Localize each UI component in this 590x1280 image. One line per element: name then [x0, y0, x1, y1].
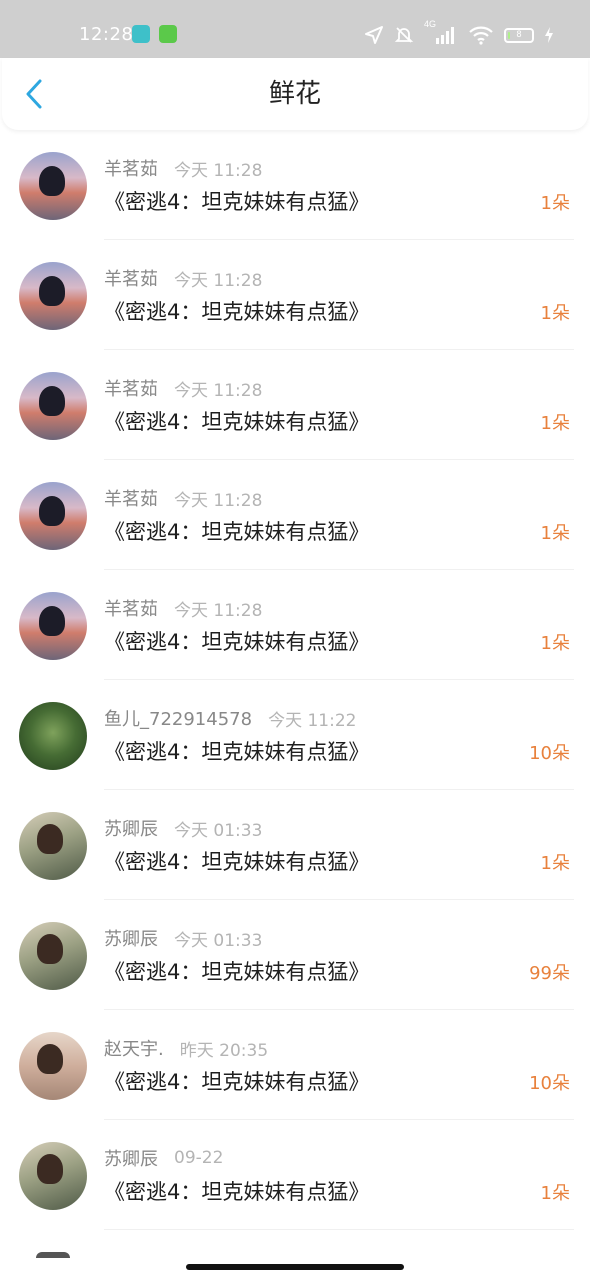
- book-title: 《密逃4：坦克妹妹有点猛》: [104, 850, 370, 874]
- user-name[interactable]: 苏卿辰: [104, 1145, 158, 1171]
- user-name[interactable]: 羊茗茹: [104, 155, 158, 181]
- flower-count: 10朵: [529, 743, 570, 764]
- battery-icon: 8: [504, 27, 534, 43]
- book-title: 《密逃4：坦克妹妹有点猛》: [104, 300, 370, 324]
- flower-count: 1朵: [540, 413, 570, 434]
- user-name[interactable]: 羊茗茹: [104, 595, 158, 621]
- timestamp: 昨天 20:35: [179, 1040, 269, 1061]
- flower-count: 1朵: [540, 853, 570, 874]
- list-item[interactable]: 羊茗茹 今天 11:28 《密逃4：坦克妹妹有点猛》 1朵: [0, 570, 590, 680]
- timestamp: 09-22: [174, 1148, 224, 1168]
- list-item[interactable]: 苏卿辰 今天 01:33 《密逃4：坦克妹妹有点猛》 99朵: [0, 900, 590, 1010]
- book-title: 《密逃4：坦克妹妹有点猛》: [104, 410, 370, 434]
- flower-count: 99朵: [529, 963, 570, 984]
- flower-count: 1朵: [540, 303, 570, 324]
- avatar[interactable]: [19, 812, 87, 880]
- flower-count: 1朵: [540, 633, 570, 654]
- user-name[interactable]: 苏卿辰: [104, 925, 158, 951]
- flower-count: 1朵: [540, 523, 570, 544]
- flower-count: 1朵: [540, 1183, 570, 1204]
- user-name[interactable]: 羊茗茹: [104, 485, 158, 511]
- app-notification-icon: [159, 25, 177, 43]
- wifi-icon: [469, 26, 493, 45]
- book-title: 《密逃4：坦克妹妹有点猛》: [104, 190, 370, 214]
- list-item[interactable]: 羊茗茹 今天 11:28 《密逃4：坦克妹妹有点猛》 1朵: [0, 350, 590, 460]
- list-item[interactable]: 苏卿辰 今天 01:33 《密逃4：坦克妹妹有点猛》 1朵: [0, 790, 590, 900]
- avatar[interactable]: [19, 1032, 87, 1100]
- user-name[interactable]: 羊茗茹: [104, 265, 158, 291]
- signal-icon: 4G: [424, 19, 458, 45]
- book-title: 《密逃4：坦克妹妹有点猛》: [104, 1070, 370, 1094]
- avatar[interactable]: [19, 372, 87, 440]
- list-item[interactable]: 羊茗茹 今天 11:28 《密逃4：坦克妹妹有点猛》 1朵: [0, 130, 590, 240]
- timestamp: 今天 11:28: [174, 380, 263, 401]
- user-name[interactable]: 羊茗茹: [104, 375, 158, 401]
- timestamp: 今天 01:33: [174, 930, 263, 951]
- book-title: 《密逃4：坦克妹妹有点猛》: [104, 1180, 370, 1204]
- avatar[interactable]: [19, 702, 87, 770]
- next-item-avatar: [36, 1252, 70, 1258]
- avatar[interactable]: [19, 262, 87, 330]
- mute-bell-icon: [394, 27, 414, 43]
- home-indicator[interactable]: [186, 1264, 404, 1270]
- user-name[interactable]: 苏卿辰: [104, 815, 158, 841]
- flower-count: 10朵: [529, 1073, 570, 1094]
- status-bar: 12:28 4G 8: [0, 0, 590, 58]
- list-item[interactable]: 赵天宇. 昨天 20:35 《密逃4：坦克妹妹有点猛》 10朵: [0, 1010, 590, 1120]
- list-item[interactable]: 羊茗茹 今天 11:28 《密逃4：坦克妹妹有点猛》 1朵: [0, 460, 590, 570]
- avatar[interactable]: [19, 482, 87, 550]
- app-notification-icon: [132, 25, 150, 43]
- list-item[interactable]: 羊茗茹 今天 11:28 《密逃4：坦克妹妹有点猛》 1朵: [0, 240, 590, 350]
- top-bar: 鲜花: [2, 58, 588, 130]
- battery-percent: 8: [516, 28, 522, 39]
- list-item[interactable]: 鱼儿_722914578 今天 11:22 《密逃4：坦克妹妹有点猛》 10朵: [0, 680, 590, 790]
- status-icons: 4G 8: [364, 19, 554, 48]
- timestamp: 今天 11:28: [174, 600, 263, 621]
- user-name[interactable]: 鱼儿_722914578: [104, 705, 252, 731]
- flower-count: 1朵: [540, 193, 570, 214]
- timestamp: 今天 11:28: [174, 270, 263, 291]
- timestamp: 今天 11:28: [174, 160, 263, 181]
- list-item[interactable]: 苏卿辰 09-22 《密逃4：坦克妹妹有点猛》 1朵: [0, 1120, 590, 1230]
- book-title: 《密逃4：坦克妹妹有点猛》: [104, 520, 370, 544]
- book-title: 《密逃4：坦克妹妹有点猛》: [104, 630, 370, 654]
- page-title: 鲜花: [268, 79, 321, 109]
- timestamp: 今天 01:33: [174, 820, 263, 841]
- flower-record-list[interactable]: 羊茗茹 今天 11:28 《密逃4：坦克妹妹有点猛》 1朵 羊茗茹 今天 11:…: [0, 130, 590, 1230]
- avatar[interactable]: [19, 152, 87, 220]
- book-title: 《密逃4：坦克妹妹有点猛》: [104, 740, 370, 764]
- user-name[interactable]: 赵天宇.: [104, 1035, 164, 1061]
- avatar[interactable]: [19, 1142, 87, 1210]
- timestamp: 今天 11:28: [174, 490, 263, 511]
- location-icon: [365, 26, 383, 44]
- avatar[interactable]: [19, 592, 87, 660]
- charging-icon: [545, 27, 553, 43]
- timestamp: 今天 11:22: [268, 710, 357, 731]
- avatar[interactable]: [19, 922, 87, 990]
- book-title: 《密逃4：坦克妹妹有点猛》: [104, 960, 370, 984]
- status-time: 12:28: [79, 24, 134, 45]
